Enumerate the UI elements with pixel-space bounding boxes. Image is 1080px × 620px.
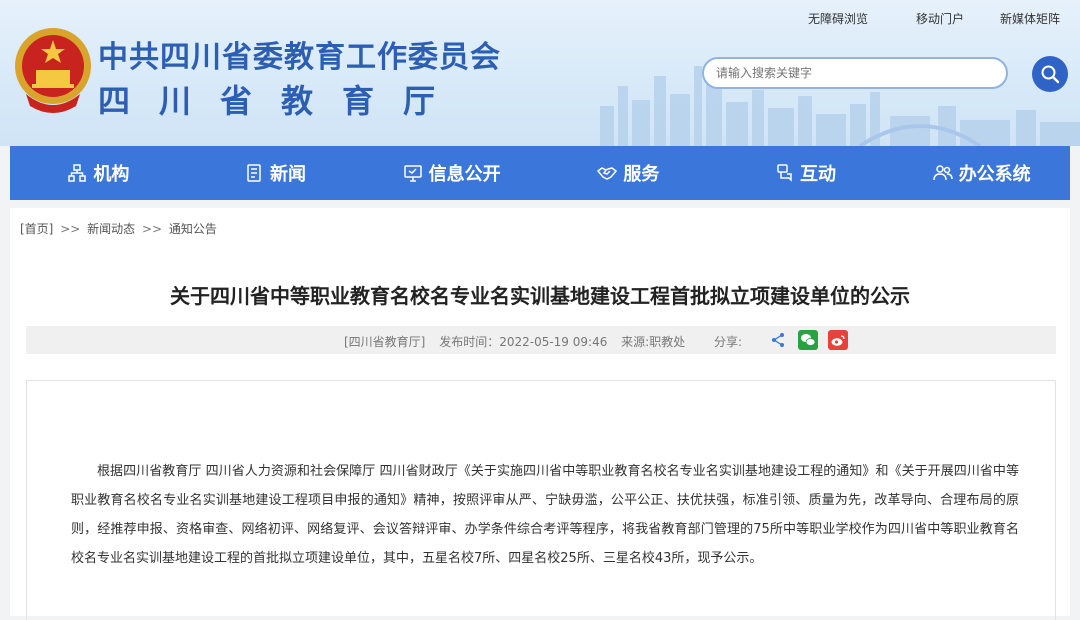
users-icon xyxy=(932,165,953,181)
nav-item-services[interactable]: 服务 xyxy=(540,146,717,200)
monitor-icon xyxy=(403,165,422,182)
article-body: 根据四川省教育厅 四川省人力资源和社会保障厅 四川省财政厅《关于实施四川省中等职… xyxy=(71,464,1019,566)
site-header: 中共四川省委教育工作委员会 四川省教育厅 无障碍浏览 移动门户 新媒体矩阵 xyxy=(0,0,1080,146)
meta-from: 来源:职教处 xyxy=(621,335,686,349)
accessibility-link[interactable]: 无障碍浏览 xyxy=(772,10,868,27)
top-links: 无障碍浏览 移动门户 新媒体矩阵 xyxy=(772,10,1060,27)
new-media-link[interactable]: 新媒体矩阵 xyxy=(964,10,1060,27)
org-icon xyxy=(68,164,87,182)
news-icon xyxy=(247,164,261,182)
share-label: 分享: xyxy=(714,335,743,349)
article-title: 关于四川省中等职业教育名校名专业名实训基地建设工程首批拟立项建设单位的公示 xyxy=(170,284,910,308)
weibo-icon[interactable] xyxy=(828,330,848,350)
nav-item-org[interactable]: 机构 xyxy=(10,146,187,200)
nav-item-office-system[interactable]: 办公系统 xyxy=(893,146,1070,200)
breadcrumb-separator: >> xyxy=(141,222,163,236)
site-title-committee: 中共四川省委教育工作委员会 xyxy=(98,40,501,75)
search-input[interactable] xyxy=(702,57,1008,89)
national-emblem-icon xyxy=(15,28,91,113)
site-title-department: 四川省教育厅 xyxy=(98,82,465,120)
search-button[interactable] xyxy=(1032,56,1068,92)
mobile-portal-link[interactable]: 移动门户 xyxy=(868,10,964,27)
meta-publish-time: 发布时间：2022-05-19 09:46 xyxy=(439,335,608,349)
article-panel: [首页] >> 新闻动态 >> 通知公告 关于四川省中等职业教育名校名专业名实训… xyxy=(10,208,1070,620)
nav-item-news[interactable]: 新闻 xyxy=(187,146,364,200)
article-meta-bar: [四川省教育厅] 发布时间：2022-05-19 09:46 来源:职教处 分享… xyxy=(26,326,1056,354)
handshake-icon xyxy=(597,167,618,180)
search-icon xyxy=(1041,65,1060,84)
share-icon[interactable] xyxy=(768,330,788,350)
article-meta: [四川省教育厅] 发布时间：2022-05-19 09:46 来源:职教处 xyxy=(344,333,695,350)
wechat-icon[interactable] xyxy=(798,330,818,350)
breadcrumb-home[interactable]: [首页] xyxy=(20,222,53,236)
nav-item-interaction[interactable]: 互动 xyxy=(717,146,894,200)
article-content-box: 根据四川省教育厅 四川省人力资源和社会保障厅 四川省财政厅《关于实施四川省中等职… xyxy=(26,380,1056,620)
breadcrumb: [首页] >> 新闻动态 >> 通知公告 xyxy=(20,220,217,237)
breadcrumb-news[interactable]: 新闻动态 xyxy=(87,222,135,236)
breadcrumb-separator: >> xyxy=(60,222,81,236)
breadcrumb-notices[interactable]: 通知公告 xyxy=(169,222,217,236)
meta-source-tag: [四川省教育厅] xyxy=(344,335,426,349)
chat-icon xyxy=(777,164,792,182)
main-nav: 机构 新闻 信息公开 服务 互动 办公系统 xyxy=(10,146,1070,200)
nav-item-info-disclosure[interactable]: 信息公开 xyxy=(363,146,540,200)
